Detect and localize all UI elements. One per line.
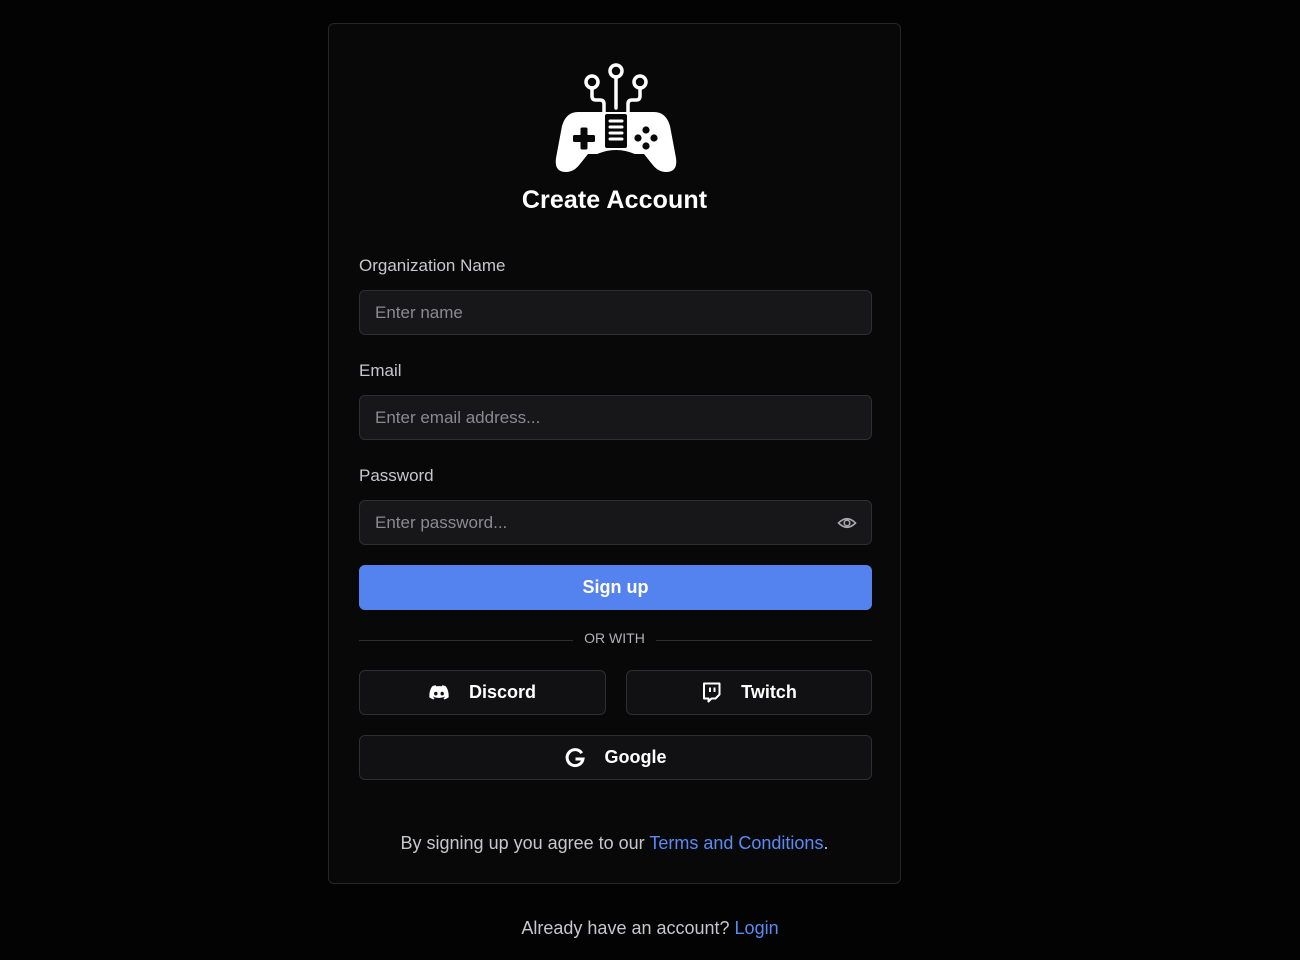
twitch-label: Twitch — [741, 682, 797, 702]
google-button[interactable]: Google — [359, 735, 872, 780]
eye-icon[interactable] — [837, 514, 857, 532]
password-field-wrapper — [359, 500, 872, 545]
google-icon — [565, 747, 585, 768]
twitch-icon — [701, 682, 721, 703]
terms-text: By signing up you agree to our Terms and… — [329, 833, 900, 854]
email-label: Email — [359, 361, 402, 380]
password-label: Password — [359, 466, 434, 485]
login-prompt: Already have an account? Login — [0, 918, 1300, 939]
divider-label-text: OR WITH — [573, 630, 656, 646]
gamepad-circuit-icon — [555, 63, 677, 172]
email-field-wrapper — [359, 395, 872, 440]
sign-up-button[interactable]: Sign up — [359, 565, 872, 610]
google-label: Google — [604, 747, 667, 767]
email-input[interactable] — [360, 396, 871, 439]
terms-link[interactable]: Terms and Conditions — [649, 833, 823, 853]
signup-card: Create Account Organization Name Email P… — [328, 23, 901, 884]
page-title: Create Account — [521, 186, 708, 214]
twitch-button[interactable]: Twitch — [626, 670, 872, 715]
divider-label: OR WITH — [329, 630, 900, 646]
password-input[interactable] — [360, 501, 871, 544]
org-name-input[interactable] — [360, 291, 871, 334]
terms-suffix: . — [823, 833, 829, 853]
discord-button[interactable]: Discord — [359, 670, 606, 715]
org-name-label: Organization Name — [359, 256, 506, 275]
login-prompt-text: Already have an account? — [521, 918, 735, 938]
terms-prefix: By signing up you agree to our — [400, 833, 650, 853]
login-link[interactable]: Login — [735, 918, 779, 938]
org-name-field-wrapper — [359, 290, 872, 335]
discord-icon — [429, 684, 449, 701]
discord-label: Discord — [468, 682, 537, 702]
